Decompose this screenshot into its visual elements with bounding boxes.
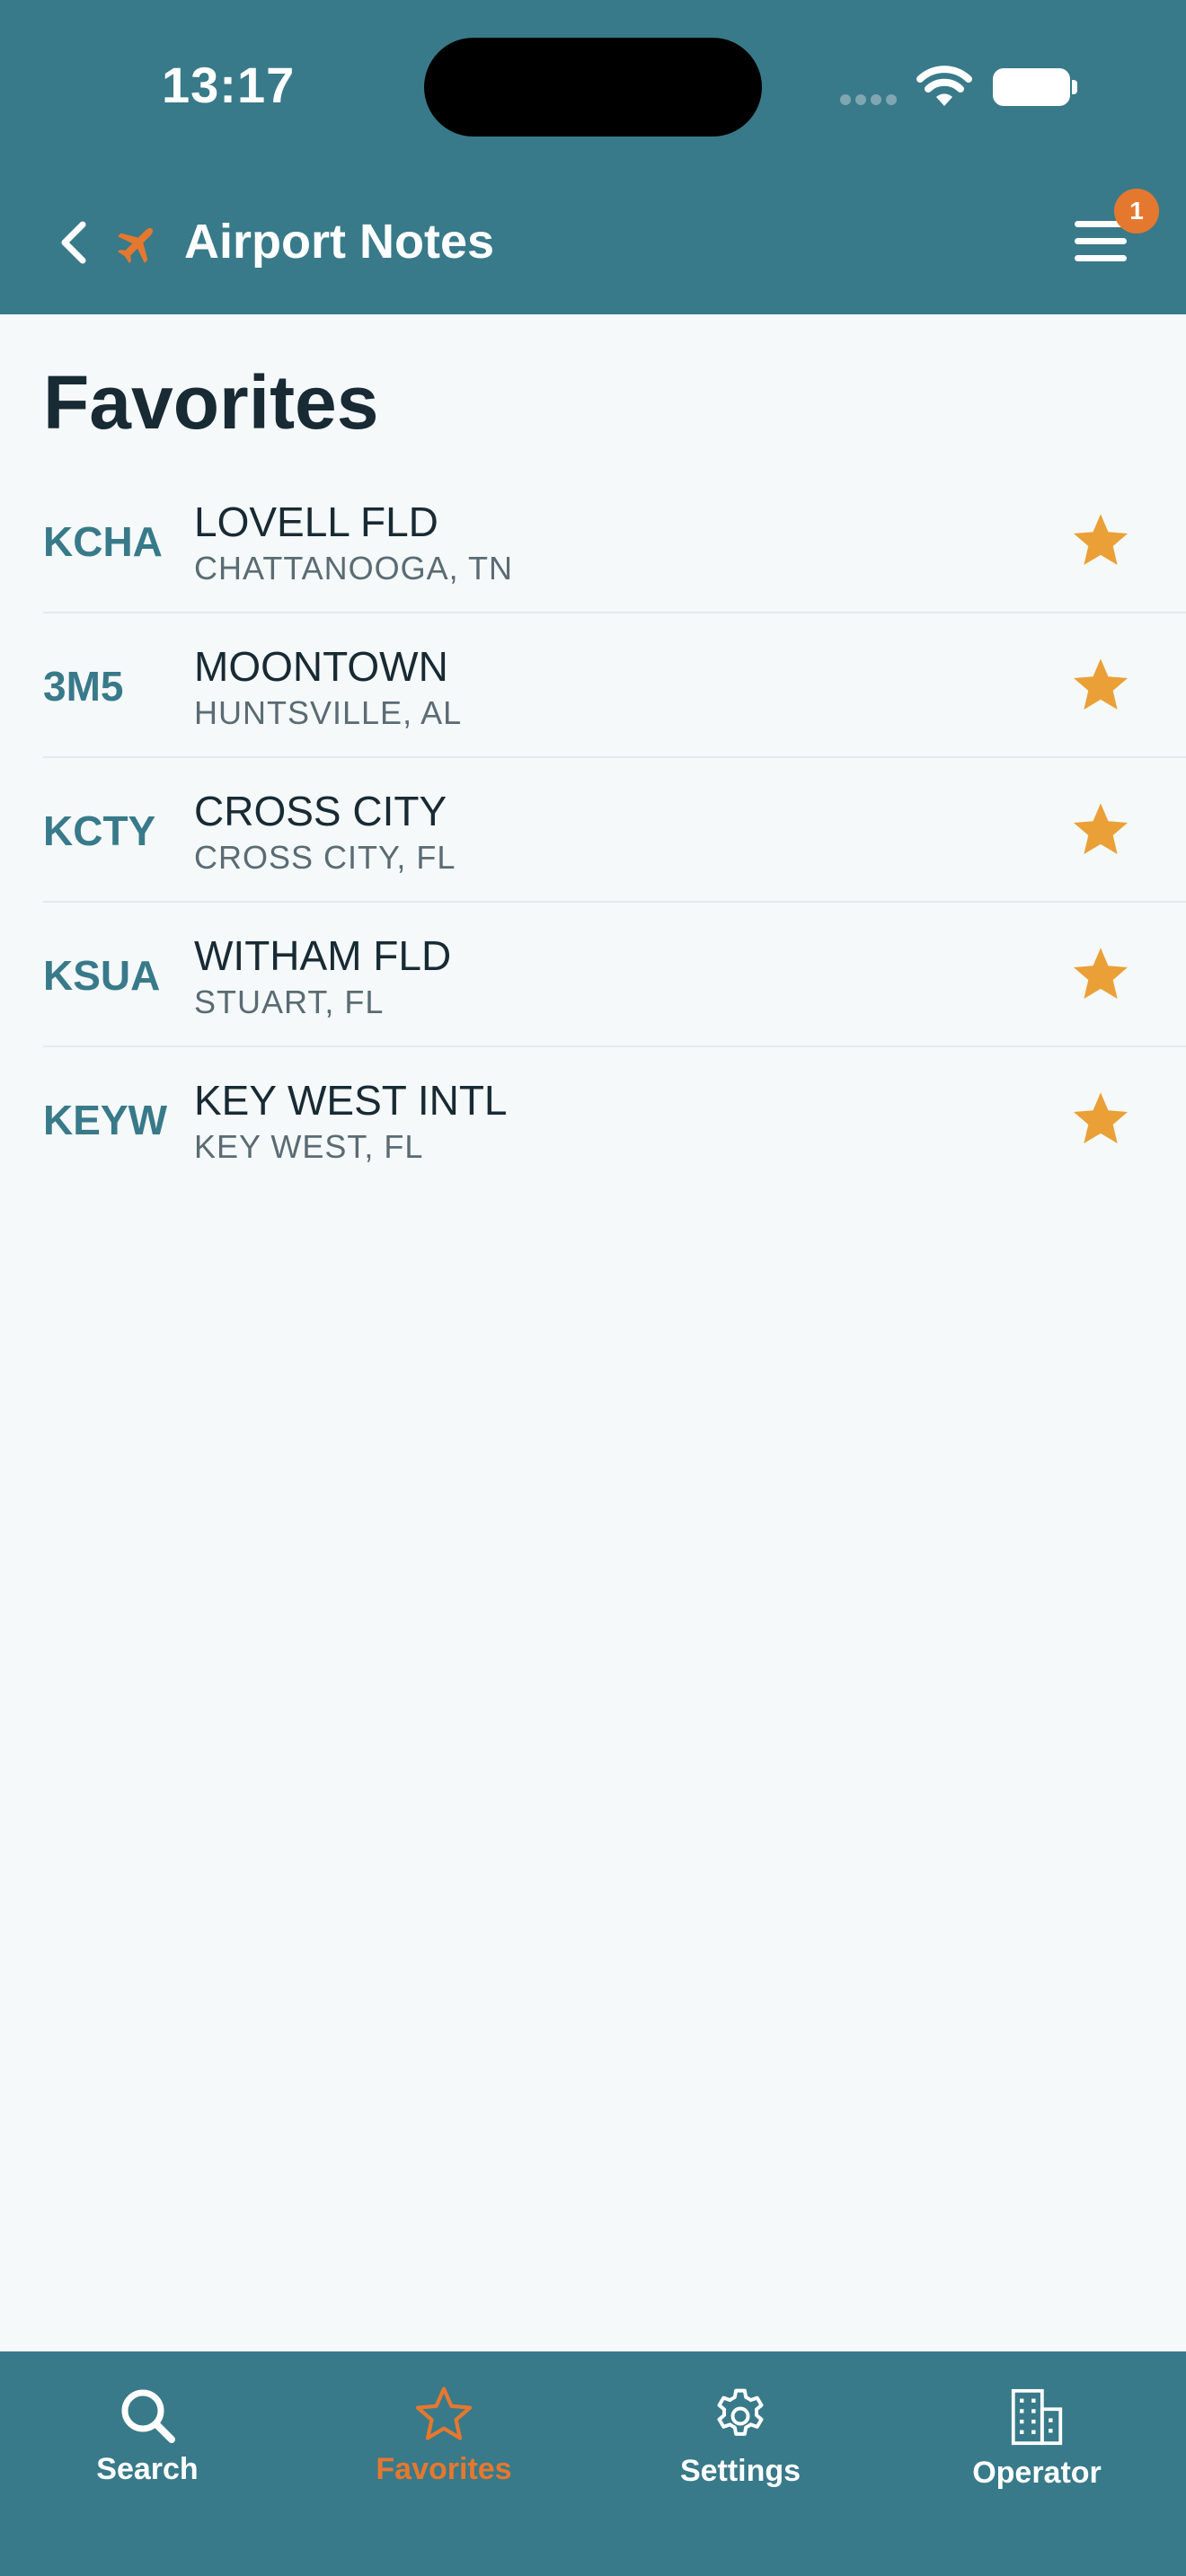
cellular-signal-icon — [840, 93, 901, 110]
gear-icon — [717, 2388, 764, 2436]
airport-code: KEYW — [43, 1097, 167, 1143]
tab-label: Favorites — [376, 2452, 512, 2486]
battery-icon — [993, 68, 1070, 106]
airport-city: HUNTSVILLE, AL — [194, 694, 463, 731]
airport-code: KSUA — [43, 952, 161, 999]
notification-badge: 1 — [1114, 189, 1159, 234]
favorite-star-icon[interactable] — [1069, 799, 1132, 862]
airport-code: KCTY — [43, 807, 156, 854]
tab-settings[interactable]: Settings — [615, 2369, 866, 2513]
airplane-logo-icon — [118, 227, 154, 263]
airport-name: MOONTOWN — [194, 643, 448, 690]
airport-name: KEY WEST INTL — [194, 1077, 508, 1124]
tab-favorites[interactable]: Favorites — [318, 2369, 570, 2513]
favorite-row[interactable]: KCTY CROSS CITY CROSS CITY, FL — [43, 758, 1186, 903]
airport-city: CHATTANOOGA, TN — [194, 550, 514, 587]
search-icon — [121, 2389, 175, 2443]
airport-code: KCHA — [43, 518, 163, 565]
wifi-icon — [916, 66, 972, 106]
dynamic-island — [424, 38, 762, 137]
bottom-tab-bar: Search Favorites Settings Operator — [0, 2351, 1186, 2576]
tab-label: Settings — [679, 2454, 801, 2488]
tab-search[interactable]: Search — [22, 2369, 273, 2513]
tab-label: Operator — [972, 2456, 1102, 2490]
back-chevron-icon[interactable] — [52, 216, 95, 269]
building-icon — [1011, 2388, 1063, 2446]
airport-code: 3M5 — [43, 663, 124, 710]
airport-name: CROSS CITY — [194, 788, 447, 834]
favorite-star-icon[interactable] — [1069, 944, 1132, 1007]
app-title: Airport Notes — [184, 215, 495, 269]
status-time: 13:17 — [162, 57, 296, 113]
favorite-row[interactable]: 3M5 MOONTOWN HUNTSVILLE, AL — [43, 613, 1186, 758]
menu-line — [1075, 255, 1127, 261]
tab-label: Search — [96, 2452, 199, 2486]
star-icon — [415, 2386, 473, 2440]
favorite-row[interactable]: KEYW KEY WEST INTL KEY WEST, FL — [43, 1047, 1186, 1192]
app-header: 13:17 Airport Notes 1 — [0, 0, 1186, 314]
airport-city: STUART, FL — [194, 984, 385, 1020]
tab-operator[interactable]: Operator — [911, 2369, 1163, 2513]
airport-name: WITHAM FLD — [194, 932, 452, 979]
favorite-row[interactable]: KSUA WITHAM FLD STUART, FL — [43, 903, 1186, 1047]
page-title: Favorites — [43, 360, 379, 445]
favorite-row[interactable]: KCHA LOVELL FLD CHATTANOOGA, TN — [43, 469, 1186, 613]
battery-cap — [1072, 80, 1077, 94]
favorites-list: KCHA LOVELL FLD CHATTANOOGA, TN 3M5 MOON… — [0, 469, 1186, 1192]
favorite-star-icon[interactable] — [1069, 1089, 1132, 1151]
airport-city: CROSS CITY, FL — [194, 839, 456, 876]
favorite-star-icon[interactable] — [1069, 510, 1132, 573]
airport-name: LOVELL FLD — [194, 498, 438, 545]
menu-line — [1075, 238, 1127, 244]
airport-city: KEY WEST, FL — [194, 1128, 424, 1165]
favorite-star-icon[interactable] — [1069, 655, 1132, 718]
